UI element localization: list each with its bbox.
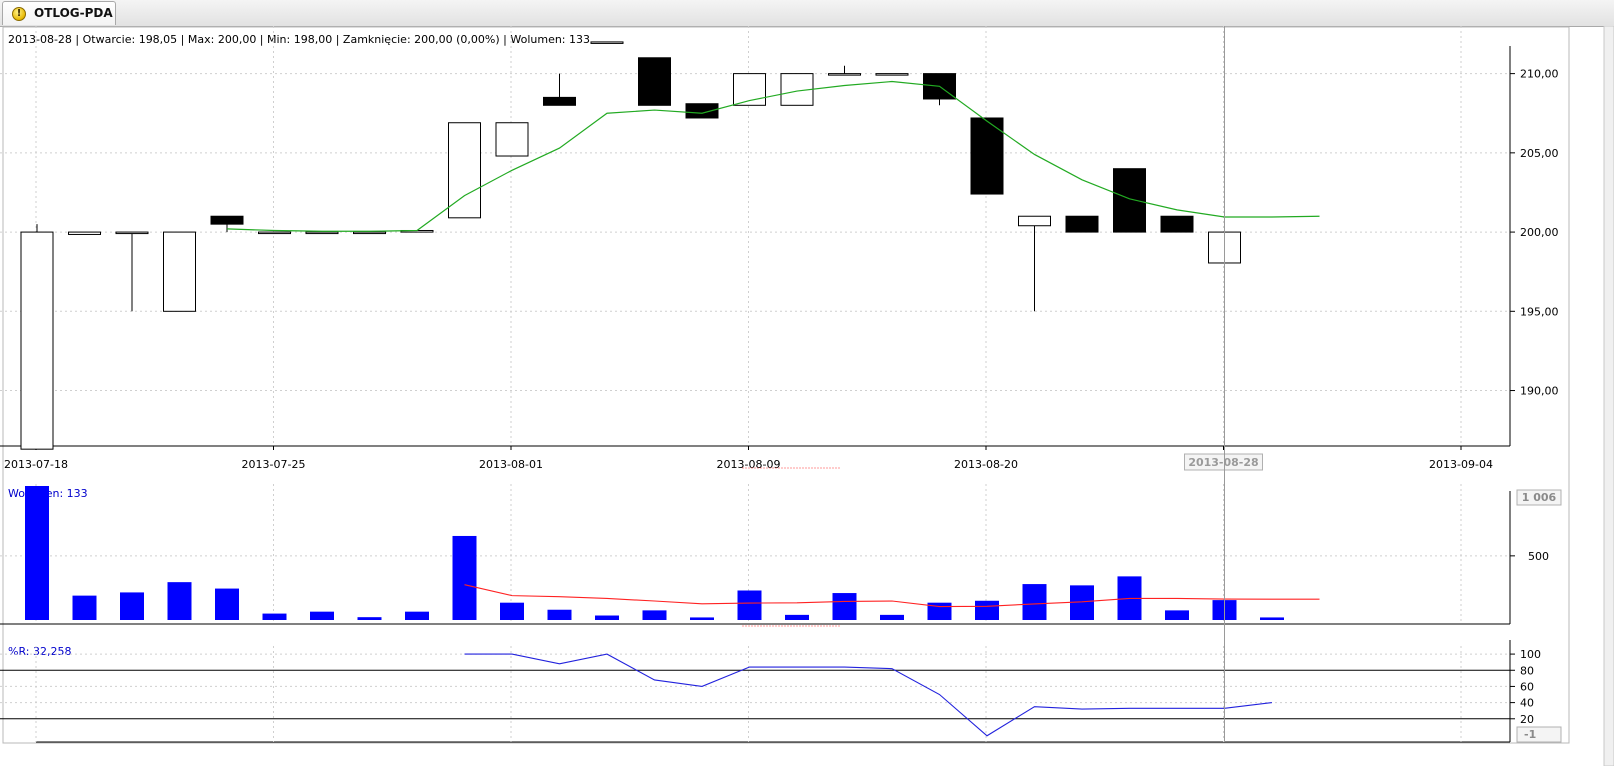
volume-bar[interactable] [262, 613, 287, 620]
warning-icon: ! [12, 7, 26, 21]
x-tick-label: 2013-07-18 [4, 458, 68, 471]
volume-bar[interactable] [832, 593, 857, 620]
candle-up[interactable] [1018, 215, 1051, 227]
candle-up[interactable] [20, 231, 54, 450]
vertical-scrollbar[interactable] [1603, 26, 1614, 766]
volume-bar[interactable] [405, 611, 429, 620]
candle-down[interactable] [543, 96, 576, 106]
volume-bar[interactable] [1165, 610, 1189, 620]
candle-up[interactable] [163, 231, 196, 312]
volume-bar[interactable] [690, 617, 714, 620]
wr-current-value-label: -1 [1524, 728, 1536, 741]
wr-y-tick-label: 40 [1520, 697, 1534, 710]
candle-up[interactable] [875, 73, 909, 76]
candle-down[interactable] [1113, 168, 1146, 233]
price-info-line: 2013-08-28 | Otwarcie: 198,05 | Max: 200… [8, 33, 590, 46]
volume-bar[interactable] [215, 588, 239, 620]
chart-area[interactable]: 2013-08-28 | Otwarcie: 198,05 | Max: 200… [0, 26, 1614, 766]
candle-down[interactable] [210, 215, 244, 225]
price-y-tick-label: 195,00 [1520, 305, 1559, 318]
x-tick-label: 2013-07-25 [242, 458, 306, 471]
wr-y-tick-label: 80 [1520, 664, 1534, 677]
volume-bar[interactable] [357, 617, 382, 620]
candle-up[interactable] [115, 231, 149, 235]
chart-frame [2, 26, 1570, 744]
candle-up[interactable] [305, 231, 339, 235]
volume-bar[interactable] [25, 486, 49, 620]
volume-bar[interactable] [1260, 617, 1284, 620]
candle-up[interactable] [828, 73, 861, 76]
volume-current-value-label: 1 006 [1522, 491, 1557, 504]
wr-y-tick-label: 60 [1520, 680, 1534, 693]
x-tick-label: 2013-08-28 [1188, 456, 1258, 469]
volume-bar[interactable] [310, 611, 334, 620]
tab-title: OTLOG-PDA [34, 6, 113, 20]
price-moving-average-line [226, 80, 1320, 232]
x-tick-label: 2013-09-04 [1429, 458, 1493, 471]
candle-down[interactable] [638, 57, 671, 106]
williams-r-panel-label: %R: 32,258 [8, 645, 71, 658]
volume-bar[interactable] [72, 595, 97, 620]
candle-up[interactable] [353, 231, 386, 235]
wr-y-tick-label: 100 [1520, 648, 1541, 661]
volume-bar[interactable] [975, 600, 999, 620]
volume-bar[interactable] [642, 610, 667, 620]
volume-bar[interactable] [120, 592, 144, 620]
x-tick-label: 2013-08-01 [479, 458, 543, 471]
volume-y-tick-label: 500 [1528, 550, 1549, 563]
candle-up[interactable] [590, 41, 624, 44]
volume-bar[interactable] [167, 582, 192, 620]
volume-bar[interactable] [595, 615, 619, 620]
candle-up[interactable] [258, 231, 291, 235]
price-y-tick-label: 210,00 [1520, 68, 1559, 81]
wr-y-tick-label: 20 [1520, 713, 1534, 726]
price-y-tick-label: 205,00 [1520, 147, 1559, 160]
volume-bar[interactable] [737, 590, 762, 620]
x-tick-label: 2013-08-20 [954, 458, 1018, 471]
volume-bar[interactable] [785, 614, 809, 620]
volume-bar[interactable] [880, 614, 904, 620]
williams-r-line [464, 653, 1273, 737]
candle-down[interactable] [1065, 215, 1099, 233]
volume-bar[interactable] [547, 609, 572, 620]
candle-up[interactable] [495, 122, 529, 157]
candle-up[interactable] [68, 231, 101, 235]
volume-moving-average-line [464, 584, 1320, 608]
volume-bar[interactable] [452, 535, 477, 620]
tab-otlog-pda[interactable]: ! OTLOG-PDA [2, 1, 116, 25]
price-y-tick-label: 190,00 [1520, 385, 1559, 398]
tab-bar: ! OTLOG-PDA [0, 0, 1614, 27]
volume-bar[interactable] [1022, 584, 1047, 620]
candle-down[interactable] [1160, 215, 1194, 233]
volume-bar[interactable] [500, 602, 524, 620]
x-tick-label: 2013-08-09 [717, 458, 781, 471]
price-y-tick-label: 200,00 [1520, 226, 1559, 239]
